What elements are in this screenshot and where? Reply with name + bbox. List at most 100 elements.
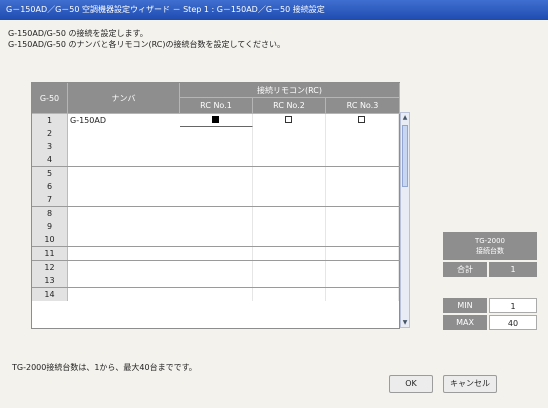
table-row: 14 [32, 288, 400, 301]
rc-2-cell[interactable] [253, 153, 326, 166]
rc-1-cell[interactable] [180, 167, 253, 180]
row-number: 8 [32, 207, 68, 220]
rc-2-checkbox[interactable] [285, 116, 292, 123]
total-label: 合計 [443, 262, 487, 277]
rc-1-cell[interactable] [180, 207, 253, 220]
table-row: 7 [32, 193, 400, 207]
rc-3-cell[interactable] [326, 127, 399, 140]
row-number: 7 [32, 193, 68, 206]
ok-button[interactable]: OK [389, 375, 433, 393]
table-row: 12 [32, 261, 400, 274]
header-rc-1: RC No.1 [180, 98, 253, 114]
rc-3-cell[interactable] [326, 207, 399, 220]
table-row: 13 [32, 274, 400, 288]
rc-1-cell[interactable] [180, 127, 253, 140]
rc-2-cell[interactable] [253, 220, 326, 233]
rc-2-cell[interactable] [253, 140, 326, 153]
rc-2-cell[interactable] [253, 288, 326, 301]
row-number: 11 [32, 247, 68, 260]
table-row: 3 [32, 140, 400, 153]
row-number: 3 [32, 140, 68, 153]
rc-3-cell[interactable] [326, 180, 399, 193]
header-remote-controllers: 接続リモコン(RC) [180, 83, 400, 98]
row-number: 5 [32, 167, 68, 180]
total-value: 1 [489, 262, 537, 277]
rc-3-cell[interactable] [326, 153, 399, 166]
rc-1-cell[interactable] [180, 140, 253, 153]
row-number: 9 [32, 220, 68, 233]
table-row: 11 [32, 247, 400, 261]
table-row: 10 [32, 233, 400, 247]
grid-rows: 1 G-150AD 2 3 4 5 6 7 8 9 10 11 12 13 14 [32, 114, 400, 301]
cancel-button[interactable]: キャンセル [443, 375, 497, 393]
row-number: 13 [32, 274, 68, 287]
hint-text: TG-2000接続台数は、1から、最大40台までです。 [12, 363, 197, 372]
row-number: 14 [32, 288, 68, 301]
rc-2-cell[interactable] [253, 274, 326, 287]
tg2000-label: TG-2000 [474, 237, 506, 245]
row-name-cell[interactable]: G-150AD [70, 114, 178, 127]
description-line-1: G-150AD/G-50 の接続を設定します。 [8, 29, 148, 38]
rc-2-cell[interactable] [253, 247, 326, 260]
rc-1-cell[interactable] [180, 193, 253, 206]
rc-3-cell[interactable] [326, 140, 399, 153]
table-row: 4 [32, 153, 400, 167]
min-label: MIN [443, 298, 487, 313]
rc-1-cell[interactable] [180, 153, 253, 166]
rc-2-cell[interactable] [253, 180, 326, 193]
description: G-150AD/G-50 の接続を設定します。 G-150AD/G-50 のナン… [8, 28, 285, 50]
rc-1-cell[interactable] [180, 180, 253, 193]
connected-count-label: 接続台数 [476, 247, 504, 255]
rc-1-cell[interactable] [180, 261, 253, 274]
rc-3-cell[interactable] [326, 193, 399, 206]
rc-3-cell[interactable] [326, 288, 399, 301]
max-value: 40 [489, 315, 537, 330]
rc-2-cell[interactable] [253, 127, 326, 140]
rc-3-cell[interactable] [326, 233, 399, 246]
table-row: 1 G-150AD [32, 114, 400, 127]
scroll-up-arrow-icon[interactable]: ▲ [401, 113, 409, 122]
tg2000-count-header: TG-2000 接続台数 [443, 232, 537, 260]
min-value: 1 [489, 298, 537, 313]
window-title: G－150AD／G－50 空調機器設定ウィザード － Step 1 : G－15… [0, 0, 548, 20]
table-row: 9 [32, 220, 400, 233]
row-number: 1 [32, 114, 68, 127]
row-number: 10 [32, 233, 68, 246]
connection-grid: G-50 No. ナンバ 接続リモコン(RC) RC No.1 RC No.2 … [31, 82, 400, 329]
row-number: 4 [32, 153, 68, 166]
header-rc-2: RC No.2 [253, 98, 326, 114]
rc-2-cell[interactable] [253, 114, 326, 127]
rc-3-cell[interactable] [326, 261, 399, 274]
scroll-down-arrow-icon[interactable]: ▼ [401, 318, 409, 327]
header-g50-no: G-50 No. [32, 83, 68, 134]
rc-3-checkbox[interactable] [358, 116, 365, 123]
rc-1-checkbox[interactable] [212, 116, 219, 123]
scroll-thumb[interactable] [402, 125, 408, 187]
rc-3-cell[interactable] [326, 247, 399, 260]
rc-2-cell[interactable] [253, 261, 326, 274]
rc-3-cell[interactable] [326, 167, 399, 180]
rc-1-cell[interactable] [180, 247, 253, 260]
row-number: 12 [32, 261, 68, 274]
grid-vertical-scrollbar[interactable]: ▲ ▼ [400, 112, 410, 328]
header-name: ナンバ [68, 83, 180, 114]
rc-3-cell[interactable] [326, 220, 399, 233]
max-label: MAX [443, 315, 487, 330]
rc-1-cell[interactable] [180, 233, 253, 246]
header-rc-3: RC No.3 [326, 98, 400, 114]
rc-1-cell[interactable] [180, 288, 253, 301]
rc-1-cell[interactable] [180, 274, 253, 287]
rc-1-cell[interactable] [180, 220, 253, 233]
rc-3-cell[interactable] [326, 274, 399, 287]
rc-2-cell[interactable] [253, 167, 326, 180]
rc-2-cell[interactable] [253, 207, 326, 220]
table-row: 6 [32, 180, 400, 193]
table-row: 2 [32, 127, 400, 140]
rc-2-cell[interactable] [253, 193, 326, 206]
rc-3-cell[interactable] [326, 114, 399, 127]
description-line-2: G-150AD/G-50 のナンバと各リモコン(RC)の接続台数を設定してくださ… [8, 40, 285, 49]
rc-2-cell[interactable] [253, 233, 326, 246]
table-row: 5 [32, 167, 400, 180]
rc-1-cell[interactable] [180, 114, 253, 127]
table-row: 8 [32, 207, 400, 220]
